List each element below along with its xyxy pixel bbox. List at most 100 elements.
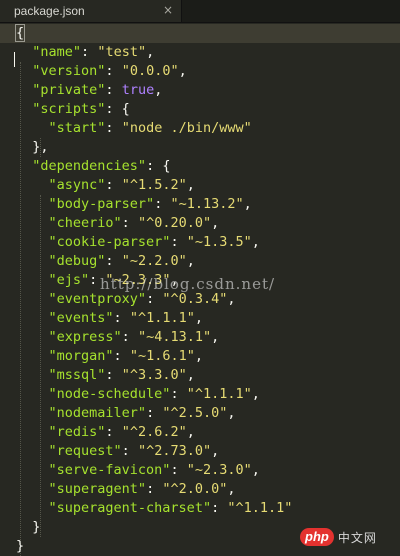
json-punctuation [16,462,49,478]
json-key: "express" [48,329,122,345]
code-line: "name": "test", [0,43,400,62]
json-punctuation [16,44,32,60]
json-punctuation: : [81,44,98,60]
json-punctuation: , [227,481,236,497]
code-line: }, [0,138,400,157]
json-string: "^0.3.4" [162,291,228,307]
json-key: "superagent-charset" [48,500,212,516]
json-punctuation: : [105,82,122,98]
json-string: "^2.6.2" [121,424,187,440]
json-string: "test" [97,44,147,60]
json-key: "redis" [48,424,106,440]
tab-bar: package.json × [0,0,400,23]
close-icon[interactable]: × [163,3,173,17]
json-punctuation [16,120,49,136]
code-line: "mssql": "^3.3.0", [0,366,400,385]
json-punctuation: : [146,291,163,307]
json-key: "dependencies" [32,158,147,174]
code-line: "body-parser": "~1.13.2", [0,195,400,214]
json-punctuation [16,177,49,193]
json-punctuation: : [170,234,187,250]
code-line: "events": "^1.1.1", [0,309,400,328]
logo-mark: php [300,528,334,546]
logo-text: 中文网 [337,530,377,545]
json-key: "scripts" [32,101,106,117]
json-punctuation: , [243,196,252,212]
code-line: "serve-favicon": "~2.3.0", [0,461,400,480]
json-punctuation: } [16,519,41,535]
code-line: "cookie-parser": "~1.3.5", [0,233,400,252]
json-punctuation [16,196,49,212]
json-punctuation: , [251,386,260,402]
json-punctuation: : [113,348,130,364]
json-punctuation: : [105,253,122,269]
code-line: "cheerio": "^0.20.0", [0,214,400,233]
json-punctuation: : [105,424,122,440]
json-punctuation: , [227,405,236,421]
json-string: "~1.6.1" [129,348,195,364]
text-cursor [14,52,15,67]
code-line: "superagent": "^2.0.0", [0,480,400,499]
json-punctuation: , [186,367,195,383]
json-punctuation: , [154,82,163,98]
json-punctuation [16,310,49,326]
code-line: "morgan": "~1.6.1", [0,347,400,366]
json-punctuation [16,82,32,98]
json-punctuation: }, [16,139,49,155]
php-logo: php 中文网 [300,527,377,547]
json-punctuation [16,101,32,117]
json-punctuation: : [105,177,122,193]
json-punctuation: } [16,538,25,554]
json-key: "superagent" [48,481,147,497]
json-punctuation [16,291,49,307]
json-key: "start" [48,120,106,136]
tab-package-json[interactable]: package.json × [0,0,182,22]
json-key: "request" [48,443,122,459]
json-punctuation: : [170,462,187,478]
code-line: "async": "^1.5.2", [0,176,400,195]
json-punctuation: , [251,462,260,478]
json-punctuation [16,63,32,79]
json-key: "events" [48,310,114,326]
json-punctuation: : [211,500,228,516]
watermark-url: http://blog.csdn.net/ [100,275,276,293]
json-string: "^1.1.1" [129,310,195,326]
code-line: "redis": "^2.6.2", [0,423,400,442]
json-string: "~2.3.0" [186,462,252,478]
json-punctuation: , [227,291,236,307]
json-string: "0.0.0" [121,63,179,79]
json-punctuation: , [146,44,155,60]
json-punctuation [16,500,49,516]
json-key: "cheerio" [48,215,122,231]
json-punctuation: , [211,329,220,345]
json-string: "~2.2.0" [121,253,187,269]
json-key: "ejs" [48,272,90,288]
json-punctuation: , [251,234,260,250]
json-punctuation: : [121,443,138,459]
json-punctuation: , [211,443,220,459]
json-key: "nodemailer" [48,405,147,421]
json-punctuation: : { [105,101,130,117]
json-string: "~1.3.5" [186,234,252,250]
code-line: { [0,24,400,43]
code-line: "private": true, [0,81,400,100]
json-string: "^2.5.0" [162,405,228,421]
code-line: "start": "node ./bin/www" [0,119,400,138]
json-punctuation [16,272,49,288]
tab-title: package.json [14,4,85,18]
json-string: "^1.1.1" [227,500,293,516]
json-key: "body-parser" [48,196,155,212]
json-key: "mssql" [48,367,106,383]
json-punctuation: : [113,310,130,326]
json-string: "^1.5.2" [121,177,187,193]
json-string: "node ./bin/www" [121,120,252,136]
code-line: "scripts": { [0,100,400,119]
json-punctuation: : [121,329,138,345]
json-punctuation: : [154,196,171,212]
code-line: "node-schedule": "^1.1.1", [0,385,400,404]
code-line: "debug": "~2.2.0", [0,252,400,271]
json-key: "cookie-parser" [48,234,171,250]
json-string: "^2.73.0" [137,443,212,459]
json-string: "^0.20.0" [137,215,212,231]
json-key: "debug" [48,253,106,269]
